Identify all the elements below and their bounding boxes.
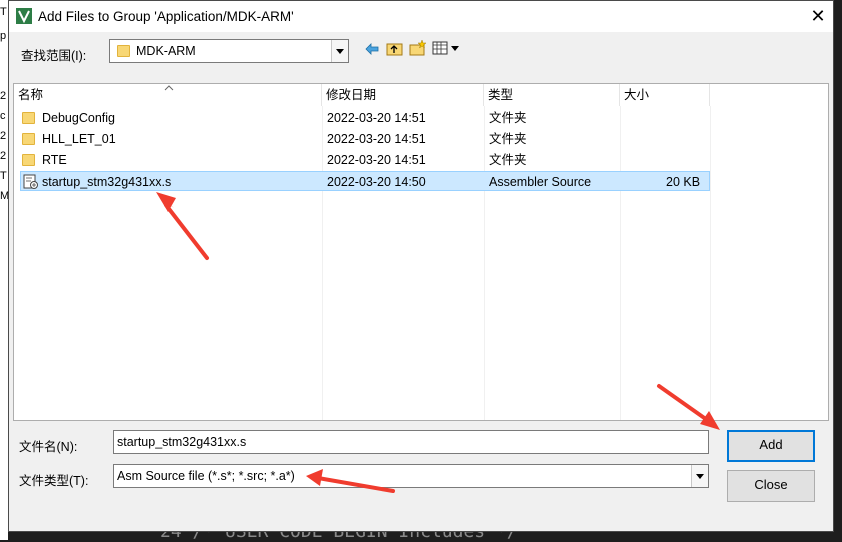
folder-icon bbox=[22, 133, 35, 145]
bg-fragment: 2 bbox=[0, 150, 7, 162]
add-button[interactable]: Add bbox=[727, 430, 815, 462]
file-name: RTE bbox=[42, 153, 67, 167]
bg-fragment: M bbox=[0, 190, 8, 202]
file-row-hll-let-01[interactable]: HLL_LET_01 2022-03-20 14:51 文件夹 bbox=[20, 129, 710, 149]
close-button[interactable]: Close bbox=[727, 470, 815, 502]
file-row-rte[interactable]: RTE 2022-03-20 14:51 文件夹 bbox=[20, 150, 710, 170]
close-window-button[interactable]: ✕ bbox=[803, 1, 833, 32]
column-header-label: 大小 bbox=[624, 88, 650, 102]
file-type: 文件夹 bbox=[489, 153, 527, 167]
chevron-down-icon[interactable] bbox=[691, 465, 708, 487]
file-row-startup[interactable]: startup_stm32g431xx.s 2022-03-20 14:50 A… bbox=[20, 171, 710, 191]
bg-fragment: c bbox=[0, 110, 6, 122]
new-folder-icon[interactable] bbox=[409, 39, 427, 57]
bg-fragment: T bbox=[0, 170, 7, 182]
bg-fragment: 2 bbox=[0, 90, 7, 102]
column-header-name[interactable]: 名称 bbox=[14, 84, 322, 106]
file-name-value: startup_stm32g431xx.s bbox=[117, 435, 247, 449]
add-files-dialog: Add Files to Group 'Application/MDK-ARM'… bbox=[8, 0, 834, 532]
look-in-dropdown[interactable]: MDK-ARM bbox=[109, 39, 349, 63]
file-type: Assembler Source bbox=[489, 175, 592, 189]
folder-icon bbox=[22, 154, 35, 166]
file-type-dropdown[interactable]: Asm Source file (*.s*; *.src; *.a*) bbox=[113, 464, 709, 488]
column-header-size[interactable]: 大小 bbox=[620, 84, 710, 106]
column-header-date[interactable]: 修改日期 bbox=[322, 84, 484, 106]
column-divider bbox=[710, 106, 711, 420]
file-date: 2022-03-20 14:51 bbox=[327, 111, 426, 125]
look-in-label: 查找范围(I): bbox=[21, 49, 87, 63]
file-type: 文件夹 bbox=[489, 132, 527, 146]
up-folder-icon[interactable] bbox=[386, 39, 404, 57]
file-type-value: Asm Source file (*.s*; *.src; *.a*) bbox=[117, 469, 295, 483]
column-header-label: 修改日期 bbox=[326, 88, 377, 102]
keil-app-icon bbox=[16, 8, 32, 24]
file-name: HLL_LET_01 bbox=[42, 132, 116, 146]
column-header-type[interactable]: 类型 bbox=[484, 84, 620, 106]
file-name-input[interactable]: startup_stm32g431xx.s bbox=[113, 430, 709, 454]
view-menu-icon[interactable] bbox=[432, 41, 462, 56]
file-date: 2022-03-20 14:51 bbox=[327, 153, 426, 167]
folder-icon bbox=[22, 112, 35, 124]
asm-file-icon bbox=[23, 174, 38, 189]
close-icon: ✕ bbox=[810, 6, 826, 26]
background-editor-right bbox=[834, 0, 842, 540]
chevron-down-icon[interactable] bbox=[331, 40, 348, 62]
back-icon[interactable] bbox=[364, 41, 380, 57]
bg-fragment: p bbox=[0, 30, 7, 42]
file-date: 2022-03-20 14:51 bbox=[327, 132, 426, 146]
file-size: 20 KB bbox=[666, 175, 701, 189]
title-bar[interactable]: Add Files to Group 'Application/MDK-ARM'… bbox=[9, 1, 833, 32]
file-list[interactable]: 名称 修改日期 类型 大小 DebugConfig 2022-03-20 14:… bbox=[13, 83, 829, 421]
file-name: startup_stm32g431xx.s bbox=[42, 175, 172, 189]
folder-icon bbox=[117, 45, 130, 57]
look-in-value: MDK-ARM bbox=[136, 44, 196, 58]
dialog-title: Add Files to Group 'Application/MDK-ARM' bbox=[38, 9, 294, 24]
bg-fragment: 2 bbox=[0, 130, 7, 142]
sort-ascending-icon bbox=[164, 85, 174, 91]
column-header-label: 名称 bbox=[18, 88, 44, 102]
file-date: 2022-03-20 14:50 bbox=[327, 175, 426, 189]
file-row-debugconfig[interactable]: DebugConfig 2022-03-20 14:51 文件夹 bbox=[20, 108, 710, 128]
file-type: 文件夹 bbox=[489, 111, 527, 125]
file-type-label: 文件类型(T): bbox=[19, 474, 89, 488]
background-editor-left: T p 2 c 2 2 T M bbox=[0, 0, 8, 540]
bg-fragment: T bbox=[0, 6, 7, 18]
column-header-label: 类型 bbox=[488, 88, 514, 102]
file-name-label: 文件名(N): bbox=[19, 440, 78, 454]
file-name: DebugConfig bbox=[42, 111, 115, 125]
